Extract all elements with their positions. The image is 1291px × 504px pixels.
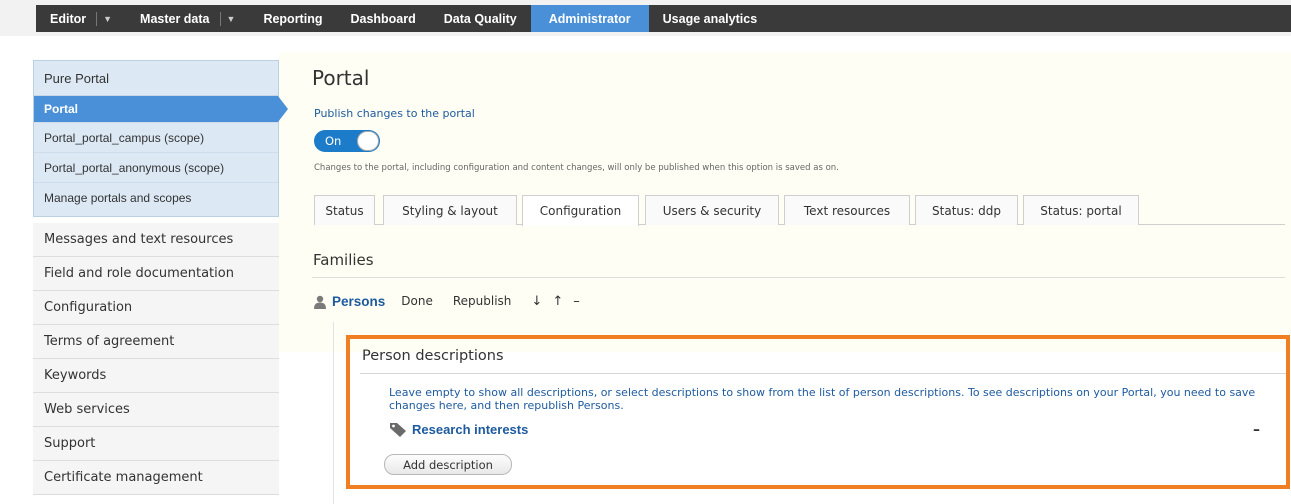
- tab-status-portal[interactable]: Status: portal: [1023, 195, 1139, 225]
- person-descriptions-help: Leave empty to show all descriptions, or…: [389, 386, 1256, 412]
- sidebar-item-portal-campus[interactable]: Portal_portal_campus (scope): [34, 123, 278, 153]
- remove-description-icon[interactable]: –: [1253, 422, 1260, 438]
- sidebar-item-manage-portals[interactable]: Manage portals and scopes: [34, 183, 278, 213]
- tab-status-ddp[interactable]: Status: ddp: [915, 195, 1018, 225]
- tab-styling-layout[interactable]: Styling & layout: [383, 195, 517, 225]
- tag-icon: [389, 421, 407, 437]
- nav-editor[interactable]: Editor ▼: [36, 5, 126, 32]
- divider: [312, 277, 1285, 278]
- sidebar-item-messages[interactable]: Messages and text resources: [33, 223, 279, 257]
- publish-label: Publish changes to the portal: [314, 107, 475, 120]
- sidebar-item-terms[interactable]: Terms of agreement: [33, 325, 279, 359]
- person-descriptions-title: Person descriptions: [362, 348, 504, 364]
- families-heading: Families: [313, 251, 374, 269]
- sidebar-list: Messages and text resources Field and ro…: [33, 223, 279, 495]
- nav-usage-analytics[interactable]: Usage analytics: [649, 5, 772, 32]
- sidebar-item-configuration[interactable]: Configuration: [33, 291, 279, 325]
- sidebar-item-support[interactable]: Support: [33, 427, 279, 461]
- research-interests-link[interactable]: Research interests: [412, 422, 528, 437]
- move-down-icon[interactable]: ↓: [531, 294, 542, 309]
- sidebar-item-keywords[interactable]: Keywords: [33, 359, 279, 393]
- add-description-button[interactable]: Add description: [384, 454, 512, 475]
- tab-status[interactable]: Status: [314, 195, 375, 225]
- nav-separator: [219, 11, 221, 26]
- nav-data-quality-label: Data Quality: [443, 11, 517, 26]
- sidebar-item-web-services[interactable]: Web services: [33, 393, 279, 427]
- move-up-icon[interactable]: ↑: [552, 294, 563, 309]
- chevron-down-icon[interactable]: ▼: [227, 14, 236, 24]
- nav-reporting-label: Reporting: [263, 11, 323, 26]
- nav-editor-label: Editor: [50, 11, 87, 26]
- nav-separator: [96, 11, 98, 26]
- persons-link[interactable]: Persons: [332, 294, 385, 309]
- nav-dashboard-label: Dashboard: [350, 11, 416, 26]
- remove-icon[interactable]: –: [573, 294, 580, 309]
- tab-users-security[interactable]: Users & security: [645, 195, 779, 225]
- nav-data-quality[interactable]: Data Quality: [430, 5, 531, 32]
- sidebar-pure-portal-section: Pure Portal Portal Portal_portal_campus …: [33, 60, 288, 217]
- tab-bar: Status Styling & layout Configuration Us…: [314, 195, 1285, 226]
- nav-master-data-label: Master data: [140, 11, 210, 26]
- description-item: Research interests: [389, 421, 528, 437]
- sidebar-item-field-role-docs[interactable]: Field and role documentation: [33, 257, 279, 291]
- page-title: Portal: [312, 66, 370, 90]
- sidebar-section-title: Pure Portal: [34, 61, 278, 96]
- sidebar-item-certificate-management[interactable]: Certificate management: [33, 461, 279, 495]
- publish-toggle[interactable]: On: [314, 130, 380, 152]
- divider: [360, 373, 1286, 374]
- person-icon: [313, 294, 327, 309]
- nav-administrator[interactable]: Administrator: [530, 5, 649, 32]
- republish-link[interactable]: Republish: [453, 294, 512, 308]
- nav-master-data[interactable]: Master data ▼: [126, 5, 249, 32]
- nav-reporting[interactable]: Reporting: [249, 5, 336, 32]
- toggle-knob: [357, 131, 379, 151]
- chevron-down-icon[interactable]: ▼: [103, 14, 112, 24]
- changes-note: Changes to the portal, including configu…: [314, 163, 839, 173]
- nav-dashboard[interactable]: Dashboard: [336, 5, 429, 32]
- sidebar-item-portal-anonymous[interactable]: Portal_portal_anonymous (scope): [34, 153, 278, 183]
- toggle-label: On: [325, 134, 342, 148]
- indent-guide: [333, 322, 334, 504]
- tab-text-resources[interactable]: Text resources: [784, 195, 910, 225]
- tab-configuration[interactable]: Configuration: [522, 195, 639, 226]
- nav-administrator-label: Administrator: [548, 11, 631, 26]
- top-bar: Editor ▼ Master data ▼ Reporting Dashboa…: [0, 0, 1291, 36]
- nav-usage-analytics-label: Usage analytics: [662, 11, 758, 26]
- persons-family-row: Persons Done Republish ↓ ↑ –: [313, 292, 590, 310]
- done-link[interactable]: Done: [401, 294, 433, 308]
- sidebar-item-portal[interactable]: Portal: [34, 96, 288, 123]
- main-nav: Editor ▼ Master data ▼ Reporting Dashboa…: [36, 5, 1291, 32]
